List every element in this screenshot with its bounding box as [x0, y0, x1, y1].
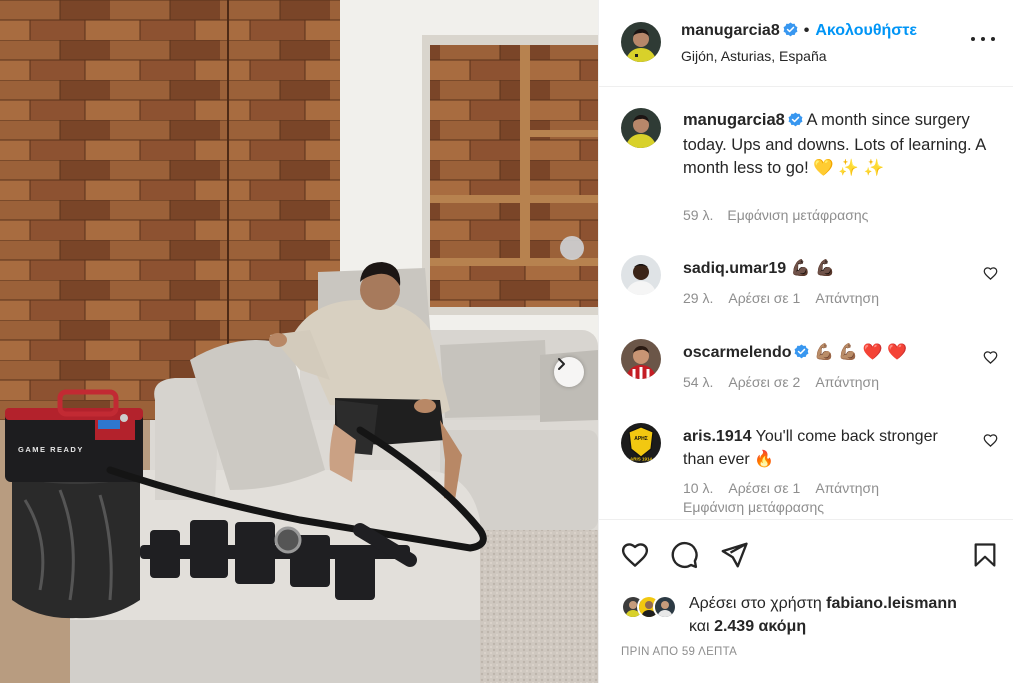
post-photo[interactable]: GAME READY [0, 0, 598, 683]
author-username[interactable]: manugarcia8 [681, 22, 780, 39]
author-avatar[interactable] [621, 22, 661, 62]
comment-avatar[interactable] [621, 255, 661, 295]
comment-avatar[interactable] [621, 339, 661, 379]
liked-by-username[interactable]: fabiano.leismann [826, 595, 957, 612]
comment-reply-button[interactable]: Απάντηση [815, 374, 879, 390]
comment-meta: 29 λ. Αρέσει σε 1 Απάντηση [683, 290, 894, 306]
post-header: manugarcia8 • Ακολουθήστε Gijón, Asturias,… [599, 0, 1013, 87]
post-panel: manugarcia8 • Ακολουθήστε Gijón, Asturias,… [598, 0, 1013, 683]
more-horizontal-icon [971, 37, 975, 41]
verified-badge-icon [788, 111, 803, 134]
liked-by-prefix: Αρέσει στο χρήστη [689, 595, 822, 612]
post-actions: Αρέσει στο χρήστη fabiano.leismann και 2… [599, 519, 1013, 683]
comment-item: oscarmelendo 💪🏽 💪🏽 ❤️ ❤️ [683, 341, 973, 366]
comment-likes[interactable]: Αρέσει σε 1 [728, 480, 800, 496]
comment-text: 💪🏽 💪🏽 ❤️ ❤️ [813, 344, 907, 361]
comment-username[interactable]: aris.1914 [683, 428, 752, 445]
comment-reply-button[interactable]: Απάντηση [815, 480, 879, 496]
header-user-line: manugarcia8 • Ακολουθήστε [681, 22, 917, 42]
caption-username[interactable]: manugarcia8 [683, 111, 785, 129]
bookmark-icon[interactable] [971, 540, 999, 570]
comment-like-heart-icon[interactable] [983, 433, 998, 448]
liked-by-and: και [689, 618, 710, 635]
comment-time[interactable]: 54 λ. [683, 374, 713, 390]
caption-meta: 59 λ. Εμφάνιση μετάφρασης [683, 207, 882, 223]
share-icon[interactable] [719, 540, 749, 570]
more-options-button[interactable] [971, 34, 995, 44]
heart-icon[interactable] [620, 540, 650, 570]
caption: manugarcia8 A month since surgery today.… [683, 109, 993, 180]
comment-translate-link[interactable]: Εμφάνιση μετάφρασης [683, 499, 824, 515]
comment-username[interactable]: sadiq.umar19 [683, 260, 786, 277]
aris-badge-line1: ΑΡΗΣ [634, 436, 648, 442]
liker-avatar [653, 595, 677, 619]
comment-meta: 54 λ. Αρέσει σε 2 Απάντηση [683, 374, 894, 390]
caption-time[interactable]: 59 λ. [683, 207, 713, 223]
post-timestamp[interactable]: ΠΡΙΝ ΑΠΟ 59 ΛΕΠΤΑ [621, 646, 737, 658]
aris-badge-line2: ARIS 1914 [630, 457, 653, 462]
comment-reply-button[interactable]: Απάντηση [815, 290, 879, 306]
photo-image: GAME READY [0, 0, 598, 683]
liked-by-avatars[interactable] [621, 595, 683, 619]
likes-count-link[interactable]: 2.439 ακόμη [714, 618, 806, 635]
header-separator: • [803, 22, 810, 39]
comment-text: 💪🏿 💪🏿 [790, 260, 835, 277]
comment-icon[interactable] [669, 540, 699, 570]
comment-avatar[interactable]: ΑΡΗΣ ARIS 1914 [621, 423, 661, 463]
comment-time[interactable]: 10 λ. [683, 480, 713, 496]
comment-like-heart-icon[interactable] [983, 266, 998, 281]
comment-meta: 10 λ. Αρέσει σε 1 Απάντηση [683, 480, 894, 496]
chevron-right-icon [558, 358, 565, 370]
location-link[interactable]: Gijón, Asturias, España [681, 48, 827, 64]
caption-avatar[interactable] [621, 108, 661, 148]
comment-like-heart-icon[interactable] [983, 350, 998, 365]
comment-item: sadiq.umar19 💪🏿 💪🏿 [683, 257, 973, 280]
comment-likes[interactable]: Αρέσει σε 2 [728, 374, 800, 390]
follow-button[interactable]: Ακολουθήστε [815, 22, 917, 39]
comment-time[interactable]: 29 λ. [683, 290, 713, 306]
comment-item: aris.1914 You'll come back stronger than… [683, 425, 973, 471]
next-photo-button[interactable] [554, 357, 584, 387]
comment-username[interactable]: oscarmelendo [683, 344, 791, 361]
verified-badge-icon [794, 343, 809, 366]
verified-badge-icon [783, 22, 798, 42]
caption-translate-link[interactable]: Εμφάνιση μετάφρασης [727, 207, 868, 223]
likes-summary: Αρέσει στο χρήστη fabiano.leismann και 2… [689, 592, 999, 638]
device-brand-label: GAME READY [18, 445, 84, 454]
comment-likes[interactable]: Αρέσει σε 1 [728, 290, 800, 306]
